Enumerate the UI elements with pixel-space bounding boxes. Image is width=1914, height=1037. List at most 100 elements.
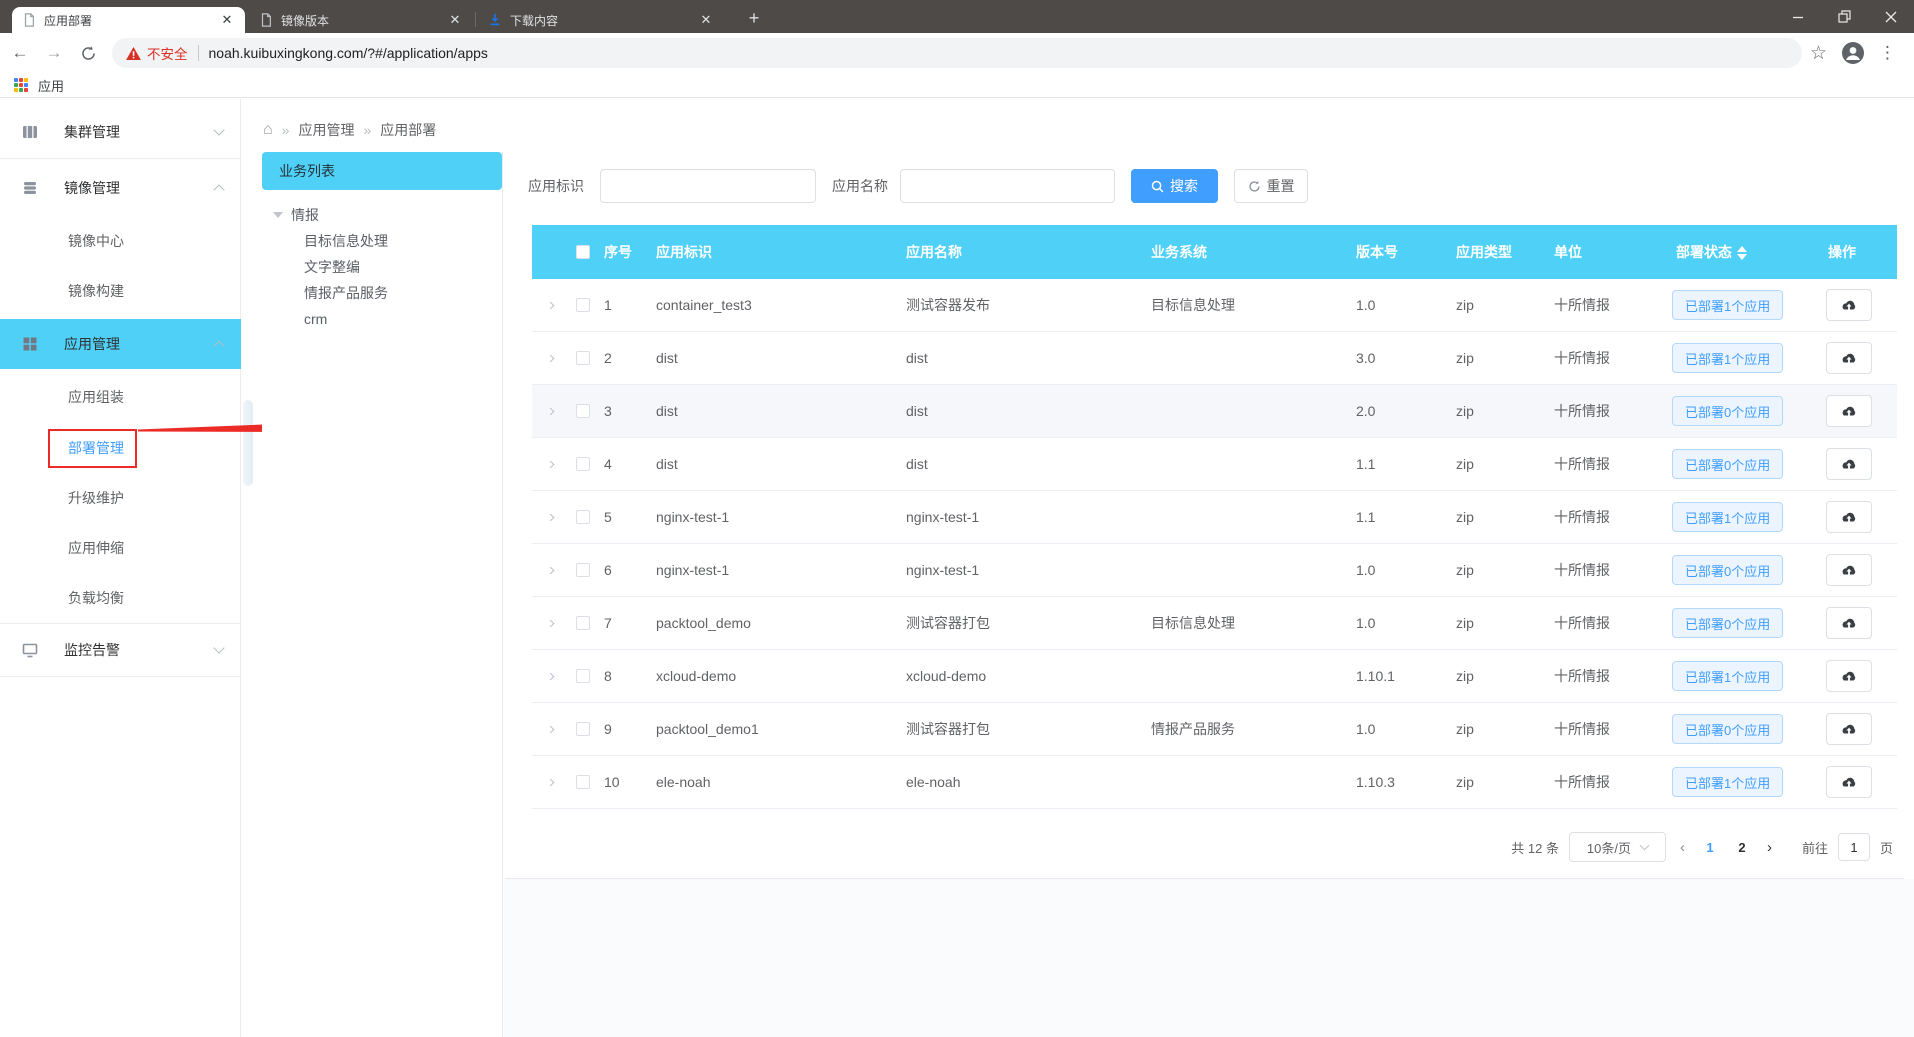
deploy-status-button[interactable]: 已部署0个应用: [1672, 555, 1784, 585]
deploy-upload-button[interactable]: [1825, 448, 1872, 480]
new-tab-button[interactable]: +: [741, 6, 767, 32]
deploy-status-button[interactable]: 已部署1个应用: [1672, 502, 1784, 532]
deploy-status-button[interactable]: 已部署1个应用: [1672, 343, 1784, 373]
tree-node-child[interactable]: crm: [262, 306, 502, 332]
window-close-button[interactable]: [1867, 0, 1914, 33]
deploy-status-button[interactable]: 已部署0个应用: [1672, 396, 1784, 426]
row-checkbox[interactable]: [575, 669, 590, 683]
expand-row-icon[interactable]: [544, 725, 555, 733]
sidebar-item-images[interactable]: 镜像管理: [0, 163, 241, 213]
deploy-upload-button[interactable]: [1825, 501, 1872, 533]
avatar-icon[interactable]: [1841, 41, 1865, 65]
caret-down-icon[interactable]: [273, 212, 283, 218]
tab-downloads[interactable]: 下载内容 ✕: [478, 7, 724, 33]
row-checkbox[interactable]: [575, 457, 590, 471]
page-number-1[interactable]: 1: [1699, 840, 1721, 855]
deploy-status-button[interactable]: 已部署1个应用: [1672, 661, 1784, 691]
row-checkbox[interactable]: [575, 563, 590, 577]
sidebar-item-app-assemble[interactable]: 应用组装: [0, 372, 241, 422]
reset-button[interactable]: 重置: [1234, 169, 1308, 203]
sidebar-item-monitor[interactable]: 监控告警: [0, 625, 241, 675]
sidebar-item-image-build[interactable]: 镜像构建: [0, 266, 241, 316]
prev-page-icon[interactable]: ‹: [1676, 839, 1689, 856]
app-id-input[interactable]: [600, 169, 816, 203]
window-minimize-button[interactable]: [1775, 0, 1821, 33]
home-icon[interactable]: ⌂: [263, 122, 273, 138]
row-checkbox[interactable]: [575, 616, 590, 630]
deploy-status-button[interactable]: 已部署1个应用: [1672, 767, 1784, 797]
tab-image-version[interactable]: 镜像版本 ✕: [249, 7, 473, 33]
row-checkbox[interactable]: [575, 775, 590, 789]
next-page-icon[interactable]: ›: [1763, 839, 1776, 856]
tab-close-icon[interactable]: ✕: [447, 12, 463, 28]
expand-row-icon[interactable]: [544, 513, 555, 521]
bookmark-star-icon[interactable]: ☆: [1810, 42, 1827, 65]
page-size-select[interactable]: 10条/页: [1568, 832, 1666, 862]
sidebar-item-apps[interactable]: 应用管理: [0, 319, 241, 369]
select-all-checkbox[interactable]: [575, 245, 590, 259]
goto-page-input[interactable]: [1837, 833, 1870, 861]
expand-row-icon[interactable]: [544, 619, 555, 627]
window-restore-button[interactable]: [1821, 0, 1867, 33]
deploy-upload-button[interactable]: [1825, 554, 1872, 586]
forward-icon[interactable]: →: [40, 39, 68, 67]
deploy-upload-button[interactable]: [1825, 395, 1872, 427]
reload-icon[interactable]: [74, 39, 102, 67]
tab-close-icon[interactable]: ✕: [698, 12, 714, 28]
deploy-upload-button[interactable]: [1825, 607, 1872, 639]
address-bar[interactable]: 不安全 noah.kuibuxingkong.com/?#/applicatio…: [112, 38, 1802, 68]
breadcrumb-item[interactable]: 应用管理: [298, 120, 354, 140]
tab-close-icon[interactable]: ✕: [219, 12, 235, 28]
sidebar-item-cluster[interactable]: 集群管理: [0, 107, 241, 157]
sidebar-scrollbar[interactable]: [243, 400, 253, 486]
deploy-status-button[interactable]: 已部署0个应用: [1672, 608, 1784, 638]
tab-separator: [475, 12, 476, 27]
tab-app-deploy[interactable]: 应用部署 ✕: [12, 7, 245, 33]
deploy-upload-button[interactable]: [1825, 660, 1872, 692]
cell-version: 3.0: [1356, 350, 1376, 366]
sidebar-item-load-balance[interactable]: 负载均衡: [0, 573, 241, 623]
deploy-status-button[interactable]: 已部署0个应用: [1672, 449, 1784, 479]
sort-icon[interactable]: [1737, 246, 1747, 261]
row-checkbox[interactable]: [575, 510, 590, 524]
cell-app-name: nginx-test-1: [906, 562, 980, 578]
cell-unit: 十所情报: [1554, 668, 1610, 684]
sidebar-item-scale[interactable]: 应用伸缩: [0, 523, 241, 573]
tree-node-child[interactable]: 情报产品服务: [262, 280, 502, 306]
back-icon[interactable]: ←: [6, 39, 34, 67]
deploy-status-button[interactable]: 已部署0个应用: [1672, 714, 1784, 744]
row-checkbox[interactable]: [575, 722, 590, 736]
search-button[interactable]: 搜索: [1131, 169, 1218, 203]
tree-node-child[interactable]: 目标信息处理: [262, 228, 502, 254]
header-system: 业务系统: [1151, 244, 1207, 260]
page-background: [504, 879, 1914, 1037]
security-warning-label[interactable]: 不安全: [147, 43, 188, 63]
row-checkbox[interactable]: [575, 351, 590, 365]
bookmark-item[interactable]: 应用: [38, 76, 64, 95]
expand-row-icon[interactable]: [544, 672, 555, 680]
expand-row-icon[interactable]: [544, 460, 555, 468]
sidebar-item-upgrade[interactable]: 升级维护: [0, 473, 241, 523]
url-text[interactable]: noah.kuibuxingkong.com/?#/application/ap…: [209, 45, 488, 61]
header-deploy-status[interactable]: 部署状态: [1670, 242, 1800, 262]
tree-node-child[interactable]: 文字整编: [262, 254, 502, 280]
expand-row-icon[interactable]: [544, 407, 555, 415]
expand-row-icon[interactable]: [544, 778, 555, 786]
deploy-status-button[interactable]: 已部署1个应用: [1672, 290, 1784, 320]
menu-dots-icon[interactable]: ⋮: [1879, 43, 1896, 63]
deploy-upload-button[interactable]: [1825, 713, 1872, 745]
sidebar-item-image-center[interactable]: 镜像中心: [0, 216, 241, 266]
page-number-2[interactable]: 2: [1731, 840, 1753, 855]
deploy-upload-button[interactable]: [1825, 342, 1872, 374]
expand-row-icon[interactable]: [544, 566, 555, 574]
deploy-upload-button[interactable]: [1825, 766, 1872, 798]
row-checkbox[interactable]: [575, 298, 590, 312]
row-checkbox[interactable]: [575, 404, 590, 418]
deploy-upload-button[interactable]: [1825, 289, 1872, 321]
expand-row-icon[interactable]: [544, 301, 555, 309]
bookmarks-bar: 应用: [0, 73, 1914, 98]
app-name-input[interactable]: [900, 169, 1115, 203]
cell-version: 1.0: [1356, 562, 1376, 578]
expand-row-icon[interactable]: [544, 354, 555, 362]
tree-node-intel[interactable]: 情报: [262, 202, 502, 228]
